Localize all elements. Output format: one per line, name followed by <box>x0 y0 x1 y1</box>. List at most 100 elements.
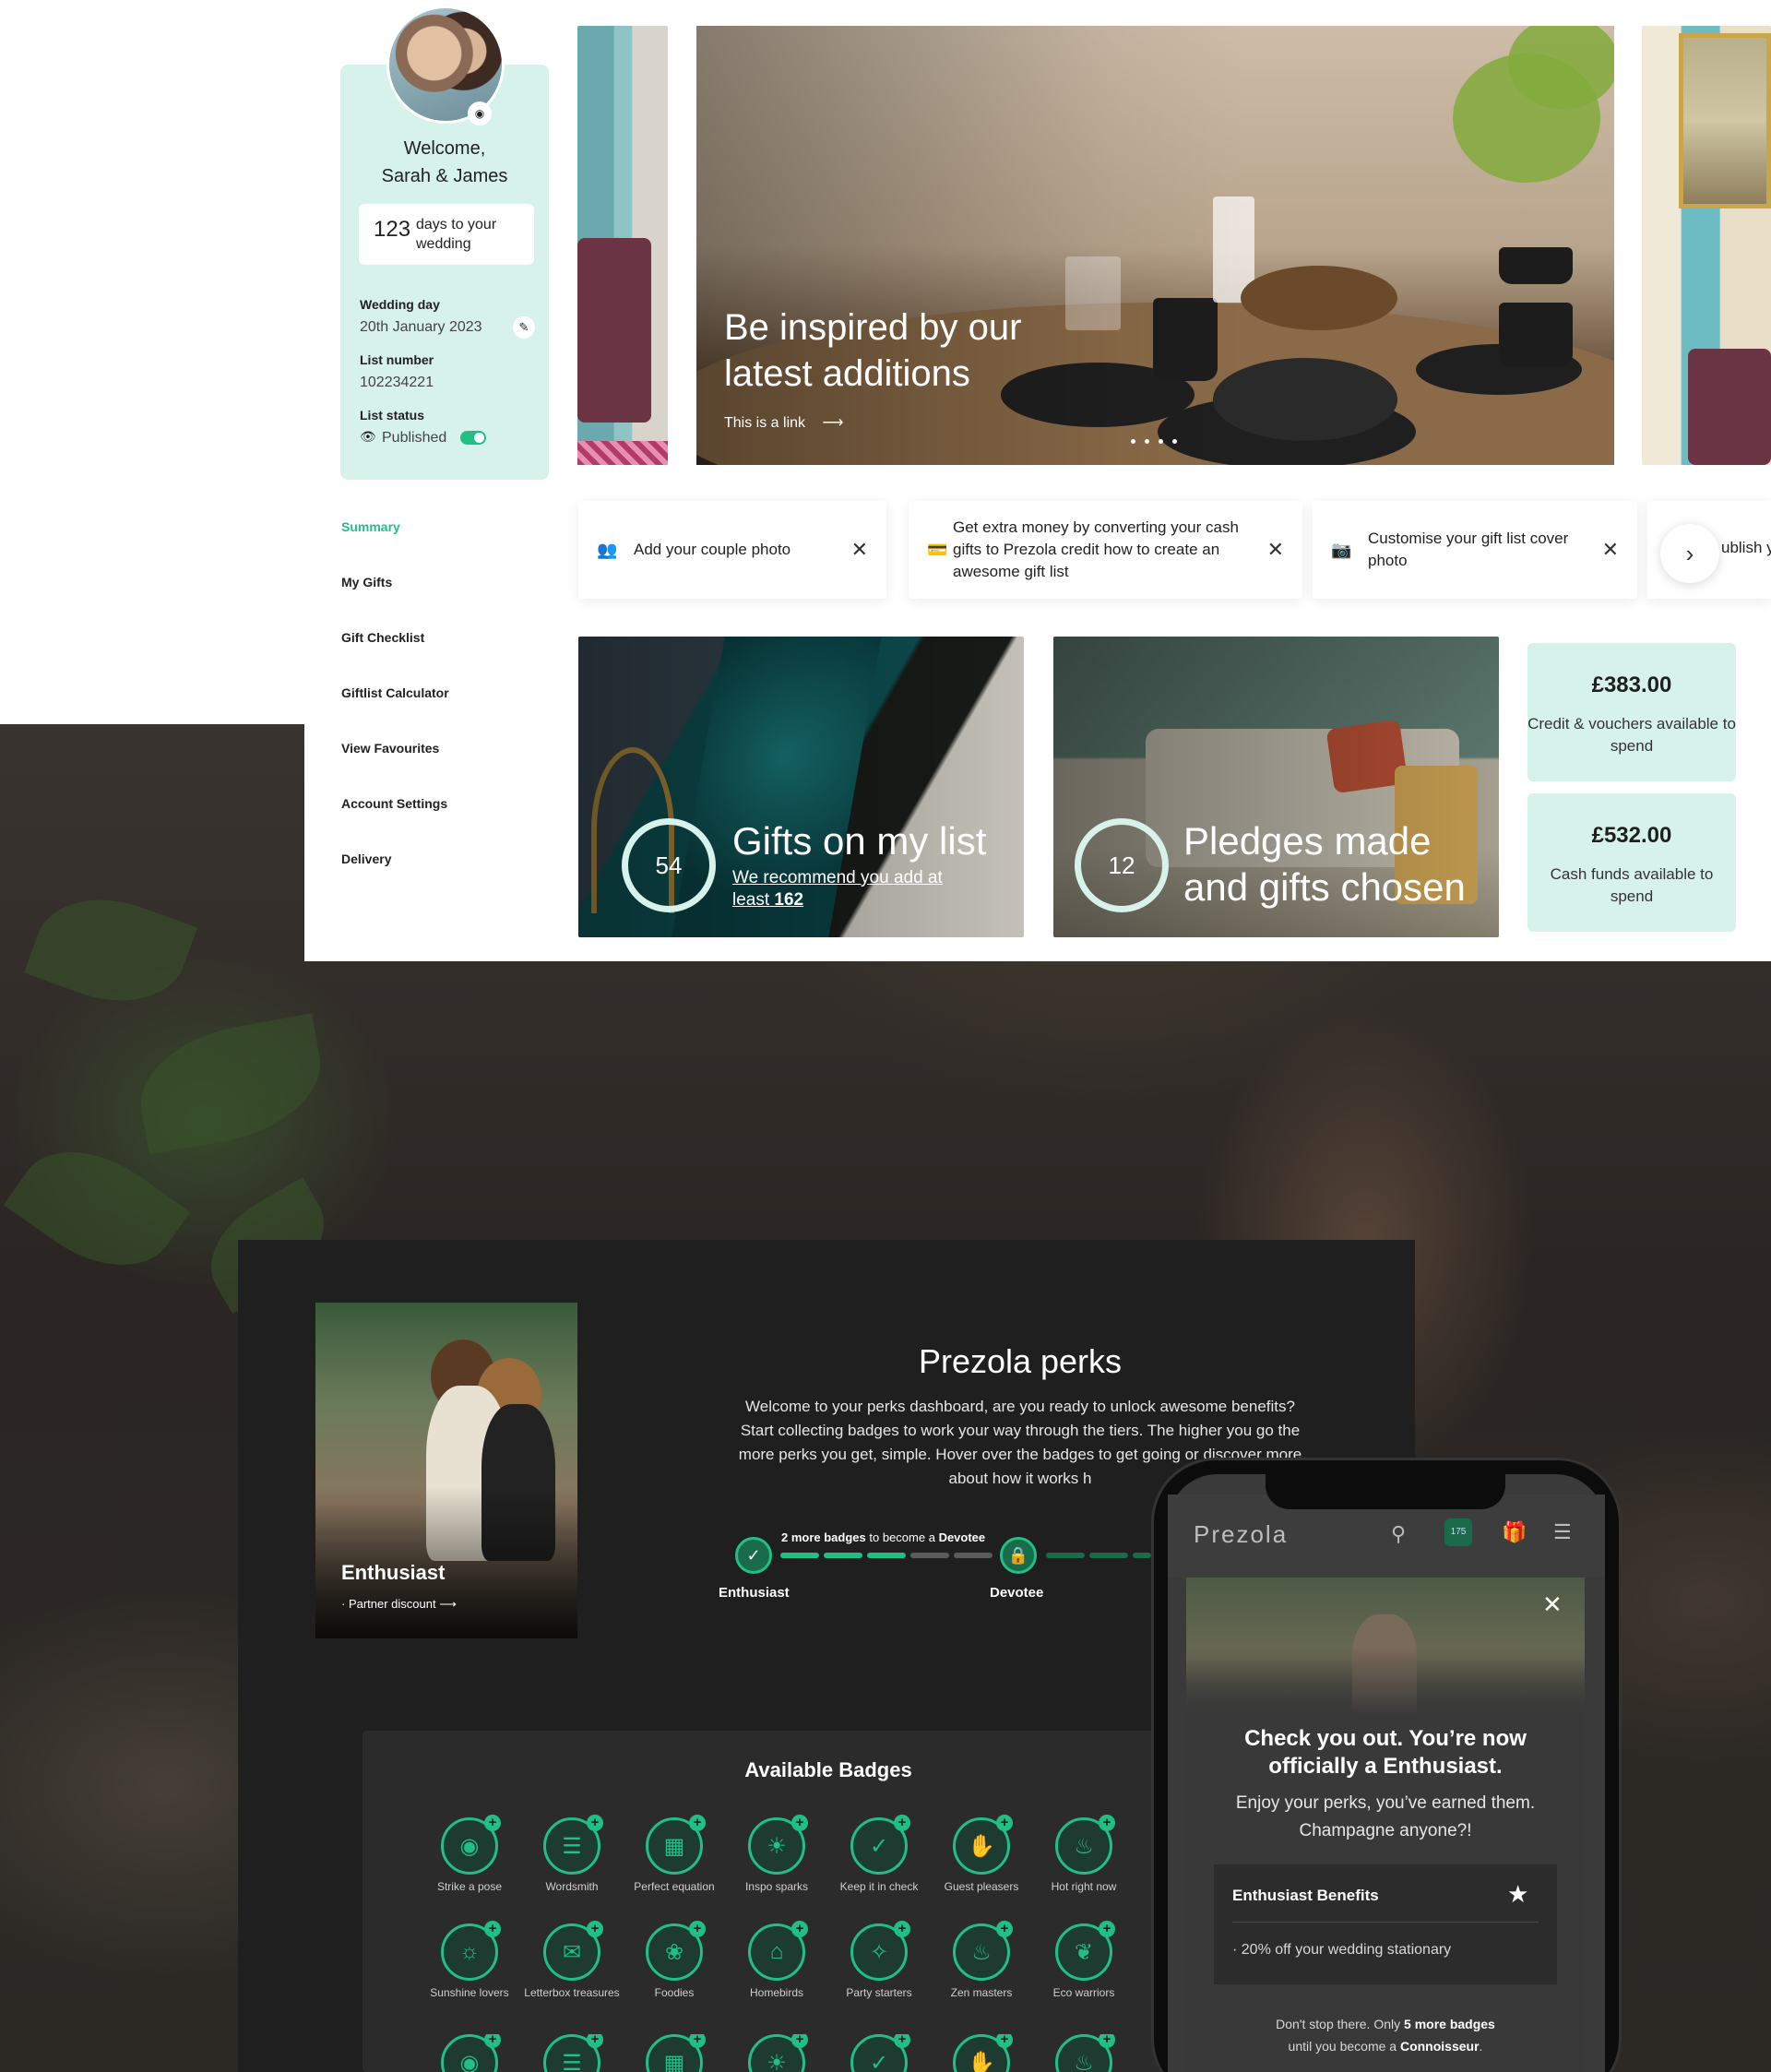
carousel-dot[interactable] <box>1159 439 1163 444</box>
sidebar-item-my-gifts[interactable]: My Gifts <box>341 575 392 589</box>
camera-icon[interactable]: ◉ <box>441 2034 501 2072</box>
badge-item[interactable]: ♨ Hot right now <box>1033 1815 1135 1894</box>
bath-icon[interactable]: ♨ <box>953 1921 1013 1981</box>
badge-item[interactable]: ▦ <box>624 2034 725 2072</box>
sidebar-item-gift-checklist[interactable]: Gift Checklist <box>341 630 424 645</box>
close-icon[interactable]: ✕ <box>1267 538 1284 562</box>
search-icon[interactable]: ⚲ <box>1391 1522 1406 1546</box>
letter-icon[interactable]: ✉ <box>543 1921 603 1981</box>
carousel-prev-slide[interactable] <box>577 26 668 465</box>
task-card-cover-photo[interactable]: 📷 Customise your gift list cover photo ✕ <box>1313 501 1637 599</box>
carousel-dot[interactable] <box>1131 439 1135 444</box>
progress-segment <box>1089 1553 1128 1558</box>
carousel-dot[interactable] <box>1172 439 1177 444</box>
chevron-right-icon[interactable]: › <box>1660 524 1719 583</box>
partner-discount-link[interactable]: · Partner discount ⟶ <box>341 1597 457 1612</box>
gifts-recommendation-count[interactable]: 162 <box>774 890 803 910</box>
flame-icon[interactable]: ♨ <box>1055 2034 1115 2072</box>
badge-item[interactable]: ▦ Perfect equation <box>624 1815 725 1894</box>
gifts-on-list-tile[interactable]: 54 Gifts on my list We recommend you add… <box>578 637 1024 937</box>
notebook-icon[interactable]: ☰ <box>543 2034 603 2072</box>
cupcake-icon[interactable]: ❀ <box>646 1921 706 1981</box>
prezola-logo[interactable]: Prezola <box>1194 1520 1288 1549</box>
badge-item[interactable]: ❦ Eco warriors <box>1033 1921 1135 2000</box>
hero-slide[interactable] <box>696 26 1614 465</box>
camera-icon[interactable]: ◉ <box>468 101 492 125</box>
glasses-icon[interactable]: ✧ <box>850 1921 910 1981</box>
benefits-accordion[interactable] <box>1214 1864 1557 1984</box>
badge-bag-icon[interactable]: 175 <box>1444 1518 1472 1546</box>
lightbulb-icon[interactable]: ☀ <box>748 2034 808 2072</box>
partner-discount-label[interactable]: · Partner discount <box>341 1597 436 1611</box>
hands-icon[interactable]: ✋ <box>953 2034 1013 2072</box>
pledges-title: Pledges made and gifts chosen <box>1183 819 1466 909</box>
badge-item[interactable]: ☼ Sunshine lovers <box>419 1921 520 2000</box>
welcome-text: Welcome, Sarah & James <box>340 135 549 190</box>
notebook-icon[interactable]: ☰ <box>543 1815 603 1875</box>
status-toggle[interactable] <box>460 431 486 445</box>
menu-icon[interactable]: ☰ <box>1553 1520 1572 1544</box>
days-countdown: 123 days to your wedding <box>359 204 534 265</box>
calculator-icon[interactable]: ▦ <box>646 2034 706 2072</box>
hero-link-label[interactable]: This is a link <box>724 415 805 431</box>
calculator-icon[interactable]: ▦ <box>646 1815 706 1875</box>
camera-icon: 📷 <box>1331 540 1352 559</box>
progress-segment <box>867 1553 906 1558</box>
badge-item[interactable]: ♨ Zen masters <box>931 1921 1032 2000</box>
modal-footer: Don't stop there. Only 5 more badges unt… <box>1199 2013 1572 2057</box>
checklist-icon[interactable]: ✓ <box>850 2034 910 2072</box>
gifts-recommendation[interactable]: We recommend you add at least 162 <box>732 867 954 911</box>
badge-item[interactable]: ✉ Letterbox treasures <box>521 1921 623 2000</box>
flame-icon[interactable]: ♨ <box>1055 1815 1115 1875</box>
pledges-tile[interactable]: 12 Pledges made and gifts chosen <box>1053 637 1499 937</box>
badge-name: Hot right now <box>1051 1880 1117 1893</box>
sidebar-item-account-settings[interactable]: Account Settings <box>341 796 447 811</box>
tier-card-photo[interactable] <box>315 1303 577 1638</box>
lightbulb-icon[interactable]: ☀ <box>748 1815 808 1875</box>
sidebar-item-summary[interactable]: Summary <box>341 519 400 534</box>
edit-pencil-icon[interactable]: ✎ <box>513 316 535 339</box>
badge-item[interactable]: ✧ Party starters <box>828 1921 930 2000</box>
hero-title: Be inspired by our latest additions <box>724 307 1022 394</box>
carousel-next-slide[interactable] <box>1642 26 1771 465</box>
progress-label: 2 more badges to become a Devotee <box>781 1530 985 1544</box>
badge-item[interactable]: ☀ <box>726 2034 827 2072</box>
sidebar-item-view-favourites[interactable]: View Favourites <box>341 741 439 756</box>
gift-basket-icon[interactable]: 🎁 <box>1502 1520 1527 1544</box>
sun-icon[interactable]: ☼ <box>441 1921 501 1981</box>
badge-item[interactable]: ♨ <box>1033 2034 1135 2072</box>
badge-item[interactable]: ✋ Guest pleasers <box>931 1815 1032 1894</box>
check-icon: ✓ <box>735 1537 772 1574</box>
camera-icon[interactable]: ◉ <box>441 1815 501 1875</box>
badges-row: ◉ Strike a pose ☰ Wordsmith ▦ Perfect equatio… <box>419 1815 1157 1900</box>
task-card-couple-photo[interactable]: 👥 Add your couple photo ✕ <box>578 501 886 599</box>
task-text: ublish y <box>1721 539 1771 556</box>
badge-item[interactable]: ✋ <box>931 2034 1032 2072</box>
leaf-icon[interactable]: ❦ <box>1055 1921 1115 1981</box>
hands-icon[interactable]: ✋ <box>953 1815 1013 1875</box>
gifts-recommendation-text[interactable]: We recommend you add at least <box>732 868 943 910</box>
checklist-icon[interactable]: ✓ <box>850 1815 910 1875</box>
badge-item[interactable]: ◉ Strike a pose <box>419 1815 520 1894</box>
close-icon[interactable]: ✕ <box>1602 538 1619 562</box>
badge-item[interactable]: ☀ Inspo sparks <box>726 1815 827 1894</box>
close-icon[interactable]: ✕ <box>1542 1590 1563 1619</box>
sidebar-item-giftlist-calculator[interactable]: Giftlist Calculator <box>341 685 449 700</box>
badge-item[interactable]: ☰ <box>521 2034 623 2072</box>
sofa-icon[interactable]: ⌂ <box>748 1921 808 1981</box>
badge-name: Strike a pose <box>436 1880 503 1893</box>
gifts-count: 54 <box>622 818 716 912</box>
badge-item[interactable]: ☰ Wordsmith <box>521 1815 623 1894</box>
badge-item[interactable]: ⌂ Homebirds <box>726 1921 827 2000</box>
badge-item[interactable]: ✓ Keep it in check <box>828 1815 930 1894</box>
badge-item[interactable]: ◉ <box>419 2034 520 2072</box>
close-icon[interactable]: ✕ <box>851 538 868 562</box>
badge-item[interactable]: ✓ <box>828 2034 930 2072</box>
carousel-dot[interactable] <box>1145 439 1149 444</box>
badge-item[interactable]: ❀ Foodies <box>624 1921 725 2000</box>
carousel-dots[interactable] <box>1131 439 1177 444</box>
sidebar-item-delivery[interactable]: Delivery <box>341 851 391 866</box>
task-card-cash-gifts[interactable]: 💳 Get extra money by converting your cas… <box>909 501 1302 599</box>
hero-link[interactable]: This is a link ⟶ <box>724 413 843 432</box>
benefits-title[interactable]: Enthusiast Benefits <box>1232 1887 1379 1905</box>
